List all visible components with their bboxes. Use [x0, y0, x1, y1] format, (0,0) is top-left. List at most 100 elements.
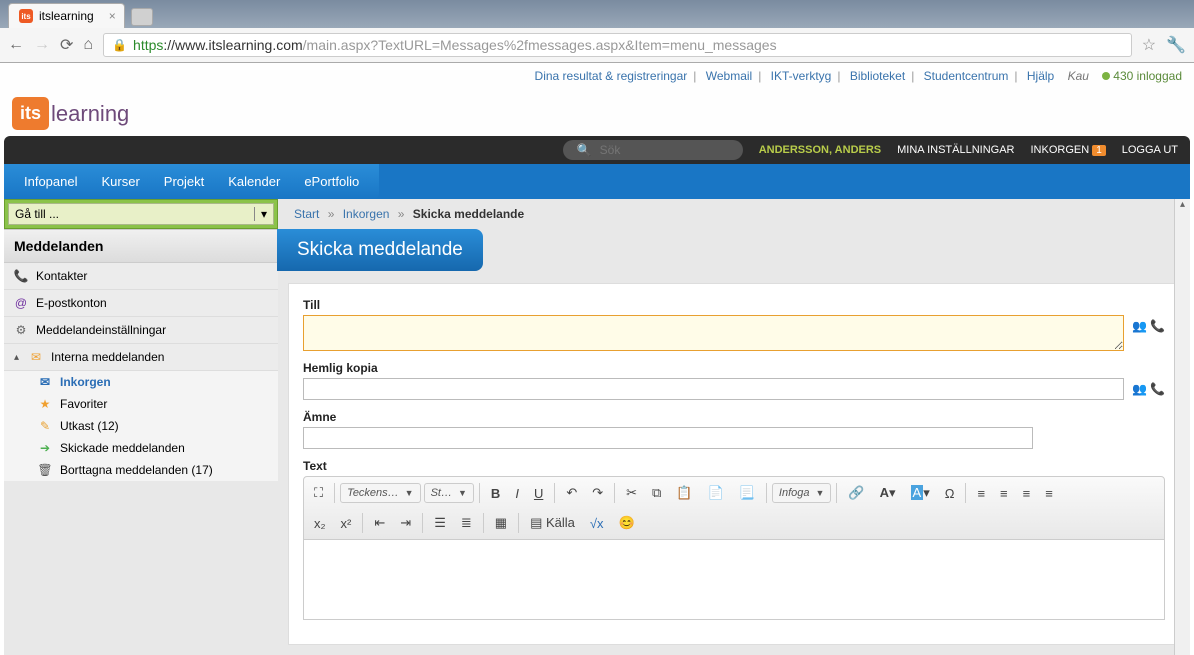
- breadcrumb-start[interactable]: Start: [294, 207, 319, 221]
- subject-input[interactable]: [303, 427, 1033, 449]
- toplink[interactable]: Biblioteket: [850, 69, 905, 83]
- back-icon[interactable]: ←: [8, 36, 24, 54]
- add-contact-phone-icon[interactable]: 📞: [1150, 319, 1165, 333]
- to-input[interactable]: [303, 315, 1124, 351]
- reload-icon[interactable]: ⟳: [60, 35, 73, 55]
- emoji-icon[interactable]: 😊: [613, 511, 641, 535]
- copy-icon[interactable]: ⧉: [646, 481, 667, 505]
- toplink[interactable]: IKT-verktyg: [771, 69, 832, 83]
- user-name[interactable]: ANDERSSON, ANDERS: [759, 144, 881, 156]
- add-recipient-icon[interactable]: 👥: [1132, 382, 1147, 396]
- sidebar-sub-skickade[interactable]: ➔ Skickade meddelanden: [4, 437, 278, 459]
- main-area: Gå till ... ▾ Meddelanden 📞 Kontakter @ …: [4, 199, 1190, 655]
- sidebar-item-label: Meddelandeinställningar: [36, 323, 166, 337]
- breadcrumb: Start » Inkorgen » Skicka meddelande: [278, 199, 1190, 229]
- chevron-down-icon: ▾: [254, 207, 267, 221]
- tab-title: itslearning: [39, 9, 94, 23]
- source-button[interactable]: ▤ Källa: [524, 511, 581, 535]
- bcc-input[interactable]: [303, 378, 1124, 400]
- link-icon[interactable]: 🔗: [842, 481, 870, 505]
- nav-kalender[interactable]: Kalender: [216, 164, 292, 199]
- toplink[interactable]: Webmail: [706, 69, 752, 83]
- underline-icon[interactable]: U: [528, 482, 549, 505]
- person-icon: [1102, 72, 1110, 80]
- align-justify-icon[interactable]: ≡: [1039, 482, 1059, 505]
- unordered-list-icon[interactable]: ≣: [455, 511, 478, 535]
- scrollbar[interactable]: ▴: [1174, 199, 1190, 655]
- browser-chrome: its itslearning × ← → ⟳ ⌂ 🔒 https://www.…: [0, 0, 1194, 63]
- style-dropdown[interactable]: St…▼: [424, 483, 474, 503]
- align-center-icon[interactable]: ≡: [994, 482, 1014, 505]
- sidebar-sub-favoriter[interactable]: ★ Favoriter: [4, 393, 278, 415]
- fullscreen-icon[interactable]: ⛶: [308, 481, 329, 505]
- editor-body[interactable]: [303, 540, 1165, 620]
- home-icon[interactable]: ⌂: [83, 36, 93, 54]
- font-dropdown[interactable]: Teckens…▼: [340, 483, 420, 503]
- sidebar-sub-label: Skickade meddelanden: [60, 441, 185, 455]
- italic-icon[interactable]: I: [509, 482, 525, 505]
- special-char-icon[interactable]: Ω: [939, 482, 961, 505]
- align-left-icon[interactable]: ≡: [971, 482, 991, 505]
- nav-kurser[interactable]: Kurser: [90, 164, 152, 199]
- inbox-link[interactable]: INKORGEN1: [1031, 144, 1106, 156]
- url-bar[interactable]: 🔒 https://www.itslearning.com/main.aspx?…: [103, 33, 1132, 57]
- close-icon[interactable]: ×: [109, 9, 116, 23]
- cut-icon[interactable]: ✂: [620, 481, 643, 505]
- settings-icon[interactable]: 🔧: [1166, 35, 1186, 55]
- redo-icon[interactable]: ↷: [586, 481, 609, 505]
- text-color-icon[interactable]: A▾: [874, 481, 902, 505]
- ordered-list-icon[interactable]: ☰: [428, 511, 452, 535]
- table-icon[interactable]: ▦: [489, 511, 513, 535]
- browser-tab[interactable]: its itslearning ×: [8, 3, 125, 28]
- search-input[interactable]: [600, 143, 720, 157]
- toplink[interactable]: Hjälp: [1027, 69, 1054, 83]
- trash-icon: 🗑: [38, 463, 52, 477]
- search-box[interactable]: 🔍: [563, 140, 743, 160]
- sidebar-sub-utkast[interactable]: ✎ Utkast (12): [4, 415, 278, 437]
- equation-icon[interactable]: √x: [584, 512, 610, 535]
- toplink[interactable]: Studentcentrum: [924, 69, 1009, 83]
- star-icon: ★: [38, 397, 52, 411]
- sidebar-item-settings[interactable]: ⚙ Meddelandeinställningar: [4, 317, 278, 344]
- goto-wrap: Gå till ... ▾: [4, 199, 278, 229]
- subscript-icon[interactable]: x₂: [308, 512, 332, 535]
- nav-eportfolio[interactable]: ePortfolio: [292, 164, 371, 199]
- collapse-icon: ▴: [14, 352, 19, 363]
- insert-dropdown[interactable]: Infoga▼: [772, 483, 832, 503]
- sidebar-group-interna[interactable]: ▴ ✉ Interna meddelanden: [4, 344, 278, 371]
- add-contact-phone-icon[interactable]: 📞: [1150, 382, 1165, 396]
- main-nav: Infopanel Kurser Projekt Kalender ePortf…: [4, 164, 379, 199]
- bold-icon[interactable]: B: [485, 482, 506, 505]
- page-title: Skicka meddelande: [277, 229, 483, 271]
- paste-word-icon[interactable]: 📃: [733, 481, 761, 505]
- content: ▴ Start » Inkorgen » Skicka meddelande S…: [278, 199, 1190, 655]
- nav-projekt[interactable]: Projekt: [152, 164, 216, 199]
- logout-link[interactable]: LOGGA UT: [1122, 144, 1178, 156]
- undo-icon[interactable]: ↶: [560, 481, 583, 505]
- superscript-icon[interactable]: x²: [335, 512, 358, 535]
- sidebar-item-kontakter[interactable]: 📞 Kontakter: [4, 263, 278, 290]
- logo-text: learning: [51, 101, 129, 127]
- nav-infopanel[interactable]: Infopanel: [12, 164, 90, 199]
- logo[interactable]: its learning: [12, 97, 129, 130]
- forward-icon: →: [34, 36, 50, 54]
- scroll-up-icon[interactable]: ▴: [1175, 199, 1190, 210]
- goto-dropdown[interactable]: Gå till ... ▾: [8, 203, 274, 225]
- insert-label: Infoga: [779, 487, 810, 499]
- label-text: Text: [303, 459, 1165, 473]
- paste-icon[interactable]: 📋: [670, 481, 698, 505]
- bg-color-icon[interactable]: A▾: [905, 481, 936, 505]
- add-recipient-icon[interactable]: 👥: [1132, 319, 1147, 333]
- indent-icon[interactable]: ⇥: [394, 511, 417, 535]
- align-right-icon[interactable]: ≡: [1017, 482, 1037, 505]
- bookmark-icon[interactable]: ☆: [1142, 35, 1156, 55]
- sidebar-sub-borttagna[interactable]: 🗑 Borttagna meddelanden (17): [4, 459, 278, 481]
- outdent-icon[interactable]: ⇤: [368, 511, 391, 535]
- toplink[interactable]: Dina resultat & registreringar: [535, 69, 688, 83]
- paste-text-icon[interactable]: 📄: [702, 481, 730, 505]
- sidebar-item-epost[interactable]: @ E-postkonton: [4, 290, 278, 317]
- breadcrumb-inbox[interactable]: Inkorgen: [343, 207, 390, 221]
- new-tab-button[interactable]: [131, 8, 153, 26]
- my-settings-link[interactable]: MINA INSTÄLLNINGAR: [897, 144, 1014, 156]
- sidebar-sub-inkorgen[interactable]: ✉ Inkorgen: [4, 371, 278, 393]
